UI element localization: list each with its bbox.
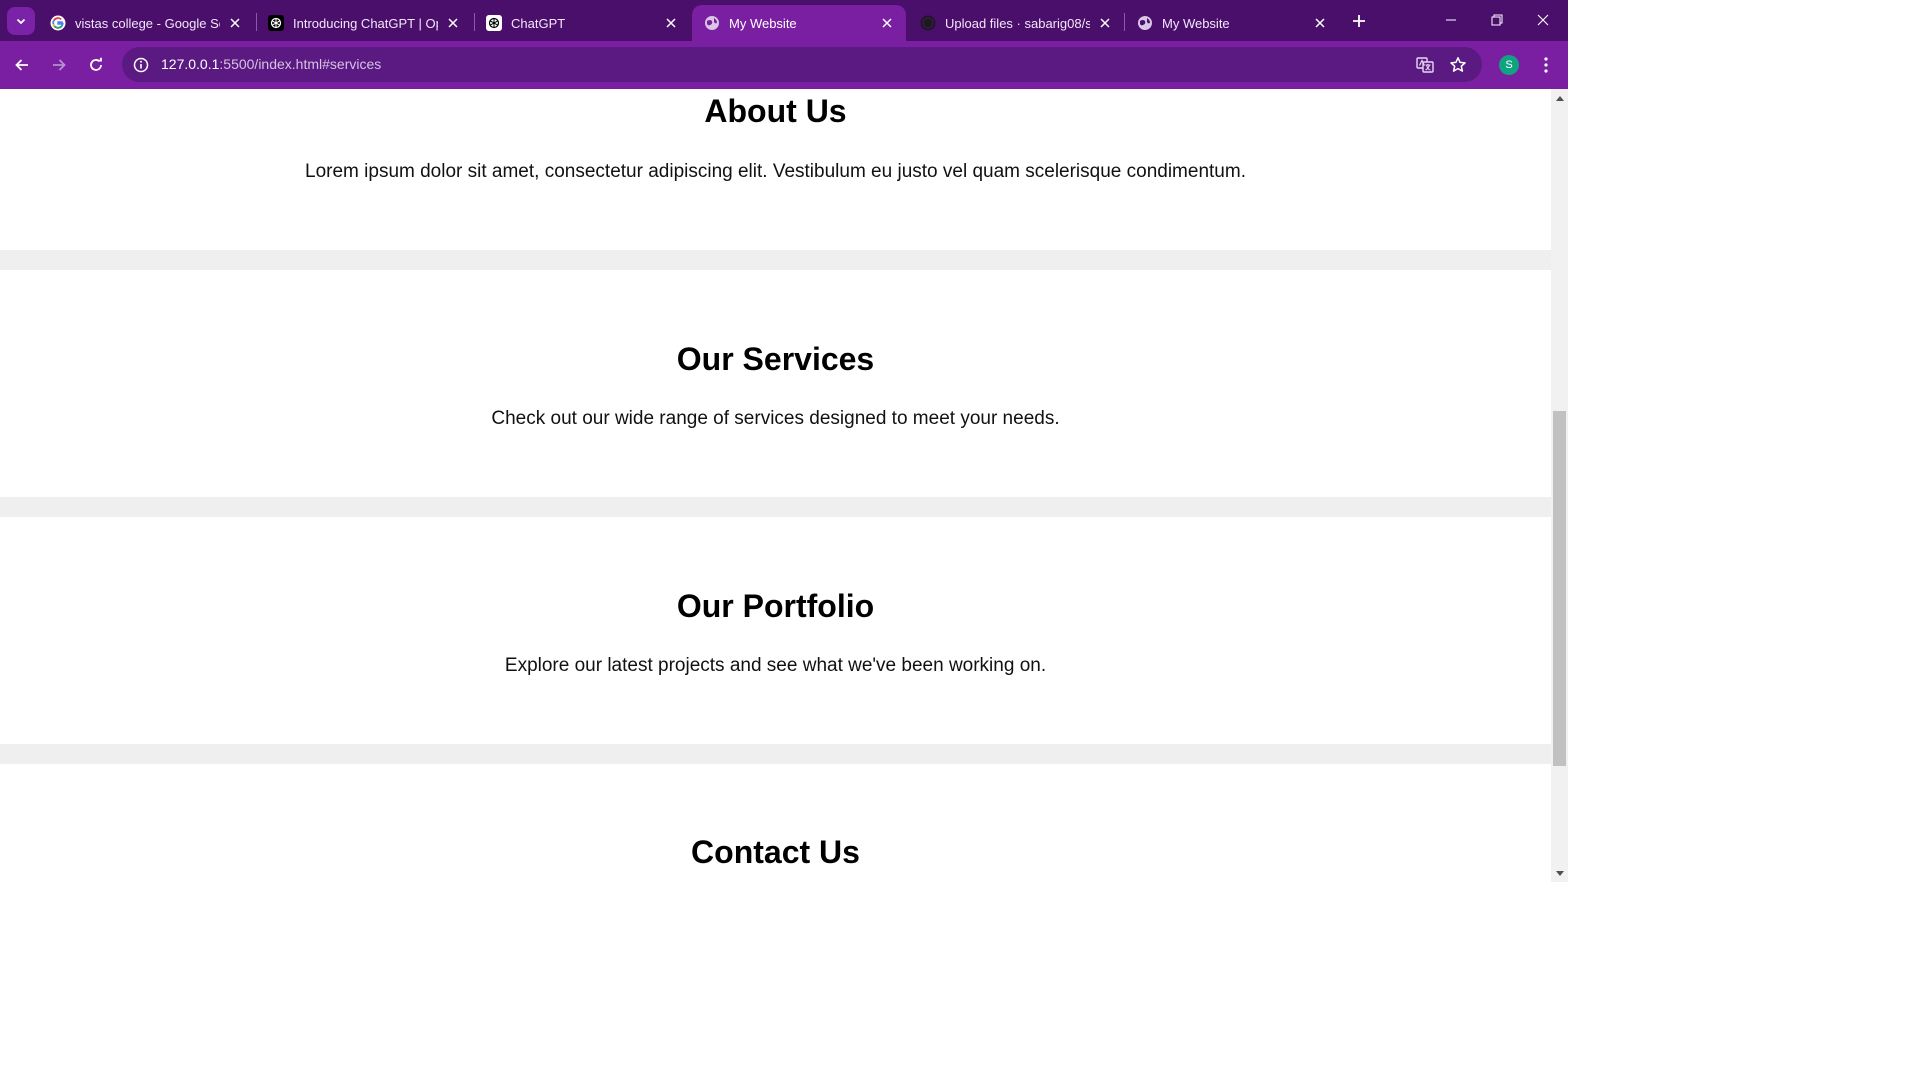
tab-my-website-active[interactable]: My Website (692, 5, 906, 41)
about-section: About Us Lorem ipsum dolor sit amet, con… (0, 89, 1551, 250)
star-icon[interactable] (1446, 53, 1470, 77)
tab-google-search[interactable]: vistas college - Google Sea (38, 5, 254, 41)
tab-title: Upload files · sabarig08/sta (945, 15, 1090, 31)
plus-icon (1353, 15, 1365, 27)
minimize-icon (1446, 19, 1456, 21)
tab-strip: vistas college - Google Sea Introducing … (0, 0, 1568, 41)
close-icon[interactable] (1311, 14, 1329, 32)
restore-icon (1491, 14, 1503, 26)
tab-introducing-chatgpt[interactable]: Introducing ChatGPT | Ope (256, 5, 472, 41)
url-host: 127.0.0.1 (161, 56, 220, 72)
arrow-left-icon (15, 59, 28, 71)
tab-search-button[interactable] (7, 7, 35, 35)
minimize-button[interactable] (1428, 0, 1474, 40)
tab-my-website[interactable]: My Website (1125, 5, 1339, 41)
portfolio-section: Our Portfolio Explore our latest project… (0, 517, 1551, 744)
tab-chatgpt[interactable]: ChatGPT (474, 5, 690, 41)
close-icon (1537, 14, 1549, 26)
close-icon[interactable] (226, 14, 244, 32)
portfolio-heading: Our Portfolio (676, 588, 875, 624)
scroll-up-arrow-icon[interactable] (1551, 89, 1568, 106)
section-divider (0, 744, 1551, 764)
close-icon[interactable] (662, 14, 680, 32)
close-icon[interactable] (444, 14, 462, 32)
chevron-down-icon (16, 18, 26, 25)
more-menu-button[interactable] (1535, 52, 1557, 78)
back-button[interactable] (7, 50, 37, 80)
browser-toolbar: 127.0.0.1:5500/index.html#services S (0, 41, 1568, 88)
close-window-button[interactable] (1520, 0, 1566, 40)
contact-heading: Contact Us (691, 834, 860, 870)
tab-title: Introducing ChatGPT | Ope (293, 15, 438, 31)
openai-icon (268, 15, 284, 31)
about-text: Lorem ipsum dolor sit amet, consectetur … (305, 161, 1246, 182)
google-icon (50, 15, 66, 31)
globe-icon (704, 15, 720, 31)
profile-avatar[interactable]: S (1499, 55, 1519, 75)
reload-button[interactable] (81, 50, 111, 80)
github-icon (920, 15, 936, 31)
tab-title: ChatGPT (511, 15, 566, 31)
reload-icon (90, 57, 102, 71)
section-divider (0, 250, 1551, 270)
tab-title: My Website (729, 15, 797, 31)
globe-icon (1137, 15, 1153, 31)
services-heading: Our Services (676, 341, 875, 377)
close-icon[interactable] (878, 14, 896, 32)
services-text: Check out our wide range of services des… (491, 408, 1060, 429)
tab-title: My Website (1162, 15, 1230, 31)
scrollbar-thumb[interactable] (1553, 411, 1566, 766)
page-viewport: About Us Lorem ipsum dolor sit amet, con… (0, 89, 1551, 882)
openai-icon (486, 15, 502, 31)
scroll-down-arrow-icon[interactable] (1551, 865, 1568, 882)
services-section: Our Services Check out our wide range of… (0, 270, 1551, 497)
url-text[interactable]: 127.0.0.1:5500/index.html#services (161, 56, 381, 72)
restore-button[interactable] (1474, 0, 1520, 40)
section-divider (0, 497, 1551, 517)
portfolio-text: Explore our latest projects and see what… (504, 655, 1047, 676)
about-heading: About Us (704, 93, 847, 129)
url-path: :5500/index.html#services (219, 56, 382, 72)
new-tab-button[interactable] (1346, 8, 1372, 34)
tab-title: vistas college - Google Sea (75, 15, 220, 31)
kebab-menu-icon (1544, 57, 1548, 73)
tab-github-upload[interactable]: Upload files · sabarig08/sta (908, 5, 1124, 41)
contact-section: Contact Us (0, 764, 1551, 882)
translate-icon[interactable] (1413, 53, 1437, 77)
arrow-right-icon (53, 59, 66, 71)
address-bar[interactable]: 127.0.0.1:5500/index.html#services (122, 47, 1482, 82)
page-scrollbar[interactable] (1551, 89, 1568, 882)
forward-button[interactable] (44, 50, 74, 80)
close-icon[interactable] (1096, 14, 1114, 32)
site-info-icon[interactable] (130, 54, 152, 76)
